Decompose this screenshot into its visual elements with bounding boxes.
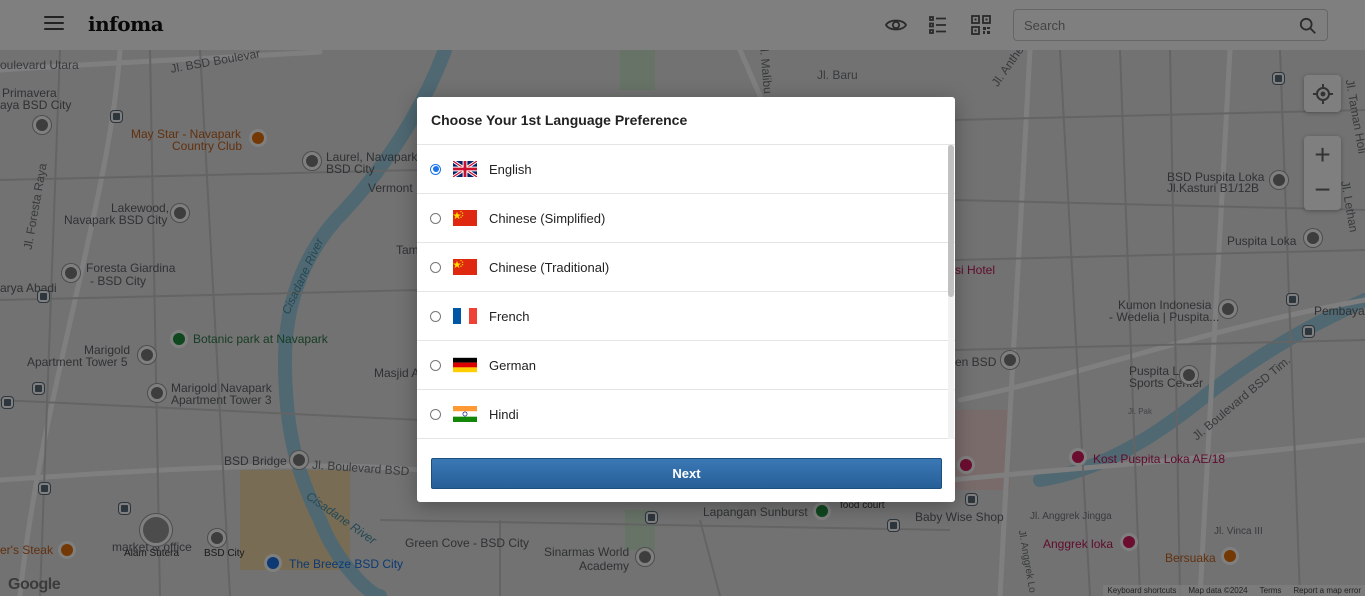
- language-option-hindi[interactable]: Hindi: [417, 390, 955, 439]
- radio-button[interactable]: [430, 359, 441, 371]
- language-option-german[interactable]: German: [417, 341, 955, 390]
- language-option-english[interactable]: English: [417, 145, 955, 194]
- language-option-chinese-simplified[interactable]: Chinese (Simplified): [417, 194, 955, 243]
- language-label: Chinese (Simplified): [489, 210, 606, 226]
- dialog-title: Choose Your 1st Language Preference: [417, 97, 955, 145]
- language-preference-dialog: Choose Your 1st Language Preference Engl…: [417, 97, 955, 502]
- language-label: Chinese (Traditional): [489, 259, 610, 275]
- china-flag-icon: [453, 210, 477, 226]
- germany-flag-icon: [453, 357, 477, 373]
- radio-button[interactable]: [430, 261, 441, 273]
- language-option-french[interactable]: French: [417, 292, 955, 341]
- france-flag-icon: [453, 308, 477, 324]
- language-label: German: [489, 357, 536, 373]
- language-list[interactable]: English Chinese (Simplified) Chinese (Tr…: [417, 145, 955, 439]
- scrollbar-thumb[interactable]: [948, 145, 954, 297]
- uk-flag-icon: [453, 161, 477, 177]
- language-label: English: [489, 161, 532, 177]
- radio-button[interactable]: [430, 310, 441, 322]
- language-label: French: [489, 308, 530, 324]
- china-flag-icon: [453, 259, 477, 275]
- language-list-scrollbar[interactable]: [948, 145, 954, 439]
- language-option-chinese-traditional[interactable]: Chinese (Traditional): [417, 243, 955, 292]
- radio-button[interactable]: [430, 408, 441, 420]
- radio-button[interactable]: [430, 212, 441, 224]
- language-label: Hindi: [489, 406, 519, 422]
- radio-button[interactable]: [430, 163, 441, 175]
- next-button[interactable]: Next: [431, 458, 942, 489]
- india-flag-icon: [453, 406, 477, 422]
